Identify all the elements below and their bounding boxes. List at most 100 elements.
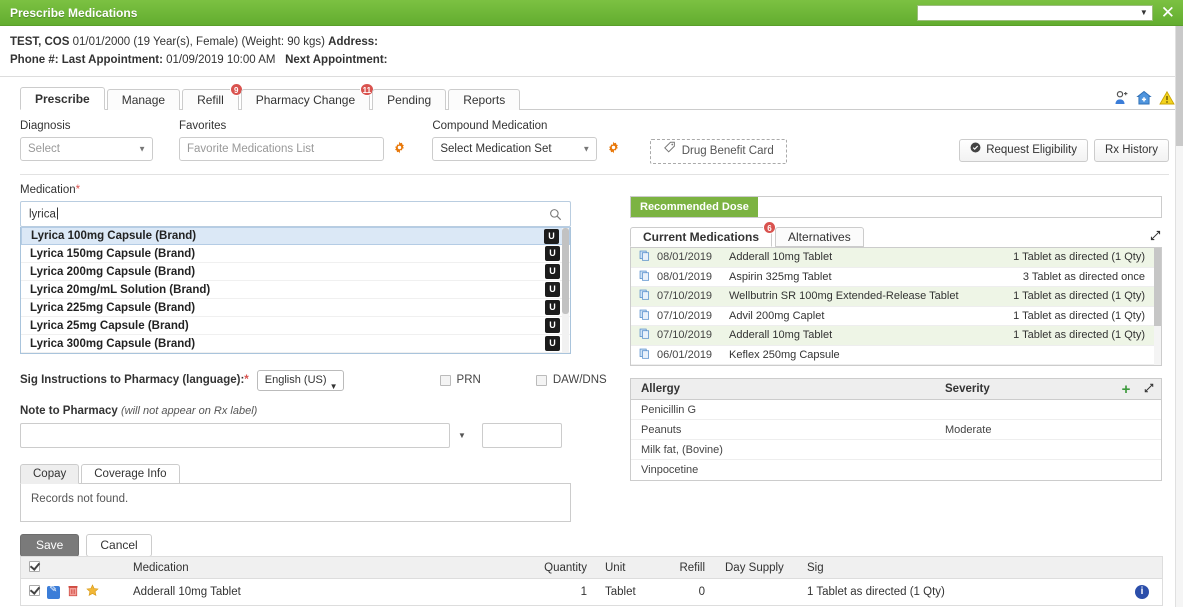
tab-manage-label: Manage <box>122 93 165 107</box>
row-info-button[interactable]: i <box>1122 585 1162 599</box>
copy-icon[interactable] <box>631 328 657 342</box>
gear-icon[interactable] <box>607 141 620 154</box>
delete-icon[interactable] <box>67 584 79 600</box>
favorites-group: Favorites Favorite Medications List <box>179 120 406 161</box>
suggestion-item[interactable]: Lyrica 25mg Capsule (Brand) U <box>21 317 570 335</box>
diagnosis-select[interactable]: Select ▼ <box>20 137 153 161</box>
table-row[interactable]: 06/01/2019 Keflex 250mg Capsule <box>631 346 1161 366</box>
copy-icon[interactable] <box>631 270 657 284</box>
patient-phone-label: Phone #: <box>10 54 59 66</box>
suggestion-item[interactable]: Lyrica 100mg Capsule (Brand) U <box>21 227 570 245</box>
table-row[interactable]: 08/01/2019 Aspirin 325mg Tablet 3 Tablet… <box>631 268 1161 288</box>
favorite-star-icon[interactable] <box>86 584 99 600</box>
row-checkbox[interactable] <box>21 585 47 599</box>
copy-icon[interactable] <box>631 250 657 264</box>
tab-refill[interactable]: Refill 9 <box>182 89 239 110</box>
tab-current-medications[interactable]: Current Medications 6 <box>630 227 772 247</box>
patient-line-2: Phone #: Last Appointment: 01/09/2019 10… <box>10 51 1183 69</box>
patient-icon[interactable] <box>1113 90 1129 106</box>
table-row[interactable]: Adderall 10mg Tablet 1 Tablet 0 1 Tablet… <box>21 579 1162 605</box>
unavailable-badge: U <box>544 229 559 244</box>
tab-coverage-info[interactable]: Coverage Info <box>81 464 179 484</box>
tab-manage[interactable]: Manage <box>107 89 180 110</box>
suggestion-item[interactable]: Lyrica 300mg Capsule (Brand) U <box>21 335 570 353</box>
medication-name: Aspirin 325mg Tablet <box>729 271 1001 283</box>
compound-medication-select[interactable]: Select Medication Set ▼ <box>432 137 597 161</box>
suggestion-item[interactable]: Lyrica 225mg Capsule (Brand) U <box>21 299 570 317</box>
daw-label: DAW/DNS <box>553 374 607 386</box>
save-button[interactable]: Save <box>20 534 79 557</box>
tab-alternatives[interactable]: Alternatives <box>775 227 864 247</box>
allergy-row[interactable]: Penicillin G <box>631 400 1161 420</box>
table-row[interactable]: 07/10/2019 Advil 200mg Caplet 1 Tablet a… <box>631 307 1161 327</box>
chevron-down-icon[interactable]: ▼ <box>458 431 466 440</box>
suggestion-item[interactable]: Lyrica 200mg Capsule (Brand) U <box>21 263 570 281</box>
suggestion-item[interactable]: Lyrica 150mg Capsule (Brand) U <box>21 245 570 263</box>
rx-history-label: Rx History <box>1105 140 1158 161</box>
allergy-row[interactable]: Milk fat, (Bovine) <box>631 440 1161 460</box>
page-scrollbar-thumb[interactable] <box>1176 26 1183 146</box>
last-appointment-label: Last Appointment: <box>62 54 163 66</box>
warning-triangle-icon[interactable] <box>1159 90 1175 106</box>
tab-copay[interactable]: Copay <box>20 464 79 484</box>
daw-checkbox[interactable] <box>536 375 547 386</box>
check-circle-icon <box>970 140 981 161</box>
favorites-label: Favorites <box>179 120 406 132</box>
dropdown-scrollbar-thumb[interactable] <box>562 228 569 314</box>
suggestion-item[interactable]: Lyrica 20mg/mL Solution (Brand) U <box>21 281 570 299</box>
table-row[interactable]: 07/10/2019 Wellbutrin SR 100mg Extended-… <box>631 287 1161 307</box>
tab-pharmacy-change[interactable]: Pharmacy Change 11 <box>241 89 370 110</box>
language-select[interactable]: English (US) ▼ <box>257 370 344 391</box>
expand-icon[interactable] <box>1137 382 1161 397</box>
prescribe-form-row: Diagnosis Select ▼ Favorites Favorite Me… <box>20 120 1169 164</box>
dropdown-scrollbar[interactable] <box>562 228 569 352</box>
page-scrollbar[interactable] <box>1175 26 1183 607</box>
prn-checkbox-group[interactable]: PRN <box>440 374 481 386</box>
request-eligibility-label: Request Eligibility <box>986 140 1077 161</box>
rx-history-button[interactable]: Rx History <box>1094 139 1169 162</box>
tab-pending[interactable]: Pending <box>372 89 446 110</box>
refill-column-header: Refill <box>657 562 719 574</box>
sig-label-text: Sig Instructions to Pharmacy (language): <box>20 374 244 386</box>
header-search-select[interactable]: ▼ <box>917 5 1153 21</box>
unavailable-badge: U <box>545 264 560 279</box>
allergy-row[interactable]: Vinpocetine <box>631 460 1161 480</box>
tab-prescribe[interactable]: Prescribe <box>20 87 105 110</box>
right-panel-tab-strip: Current Medications 6 Alternatives <box>630 227 1162 247</box>
note-to-pharmacy-input[interactable] <box>20 423 450 448</box>
favorites-input[interactable]: Favorite Medications List <box>179 137 384 161</box>
select-all-checkbox[interactable] <box>21 561 47 575</box>
copy-icon[interactable] <box>631 289 657 303</box>
expand-icon[interactable] <box>1149 229 1162 247</box>
medication-search-input[interactable]: lyrica <box>20 201 571 227</box>
copy-icon[interactable] <box>631 348 657 362</box>
gear-icon[interactable] <box>393 141 406 154</box>
cancel-button[interactable]: Cancel <box>86 534 151 557</box>
compound-medication-label: Compound Medication <box>432 120 619 132</box>
unit-column-header: Unit <box>597 562 657 574</box>
favorites-placeholder: Favorite Medications List <box>187 143 314 155</box>
drug-benefit-card-button[interactable]: Drug Benefit Card <box>650 139 787 164</box>
copy-icon[interactable] <box>631 309 657 323</box>
pharmacy-home-icon[interactable] <box>1136 90 1152 106</box>
allergy-row[interactable]: Peanuts Moderate <box>631 420 1161 440</box>
prn-checkbox[interactable] <box>440 375 451 386</box>
medication-sig: 1 Tablet as directed (1 Qty) <box>1001 251 1161 263</box>
severity-column-header: Severity <box>945 383 1115 395</box>
medication-suggestions-dropdown[interactable]: Lyrica 100mg Capsule (Brand) U Lyrica 15… <box>20 227 571 354</box>
medications-scrollbar-thumb[interactable] <box>1154 248 1161 326</box>
add-allergy-icon[interactable]: + <box>1115 381 1137 398</box>
medication-name: Advil 200mg Caplet <box>729 310 1001 322</box>
daw-checkbox-group[interactable]: DAW/DNS <box>536 374 607 386</box>
table-row[interactable]: 08/01/2019 Adderall 10mg Tablet 1 Tablet… <box>631 248 1161 268</box>
medications-scrollbar[interactable] <box>1154 248 1161 365</box>
patient-name: TEST, COS <box>10 36 69 48</box>
row-quantity: 1 <box>533 586 597 598</box>
close-icon[interactable]: ✕ <box>1161 4 1175 21</box>
table-row[interactable]: 07/10/2019 Adderall 10mg Tablet 1 Tablet… <box>631 326 1161 346</box>
tab-reports[interactable]: Reports <box>448 89 520 110</box>
edit-icon[interactable] <box>47 586 60 599</box>
request-eligibility-button[interactable]: Request Eligibility <box>959 139 1088 162</box>
do-not-fill-until-input[interactable] <box>482 423 562 448</box>
tab-pending-label: Pending <box>387 93 431 107</box>
